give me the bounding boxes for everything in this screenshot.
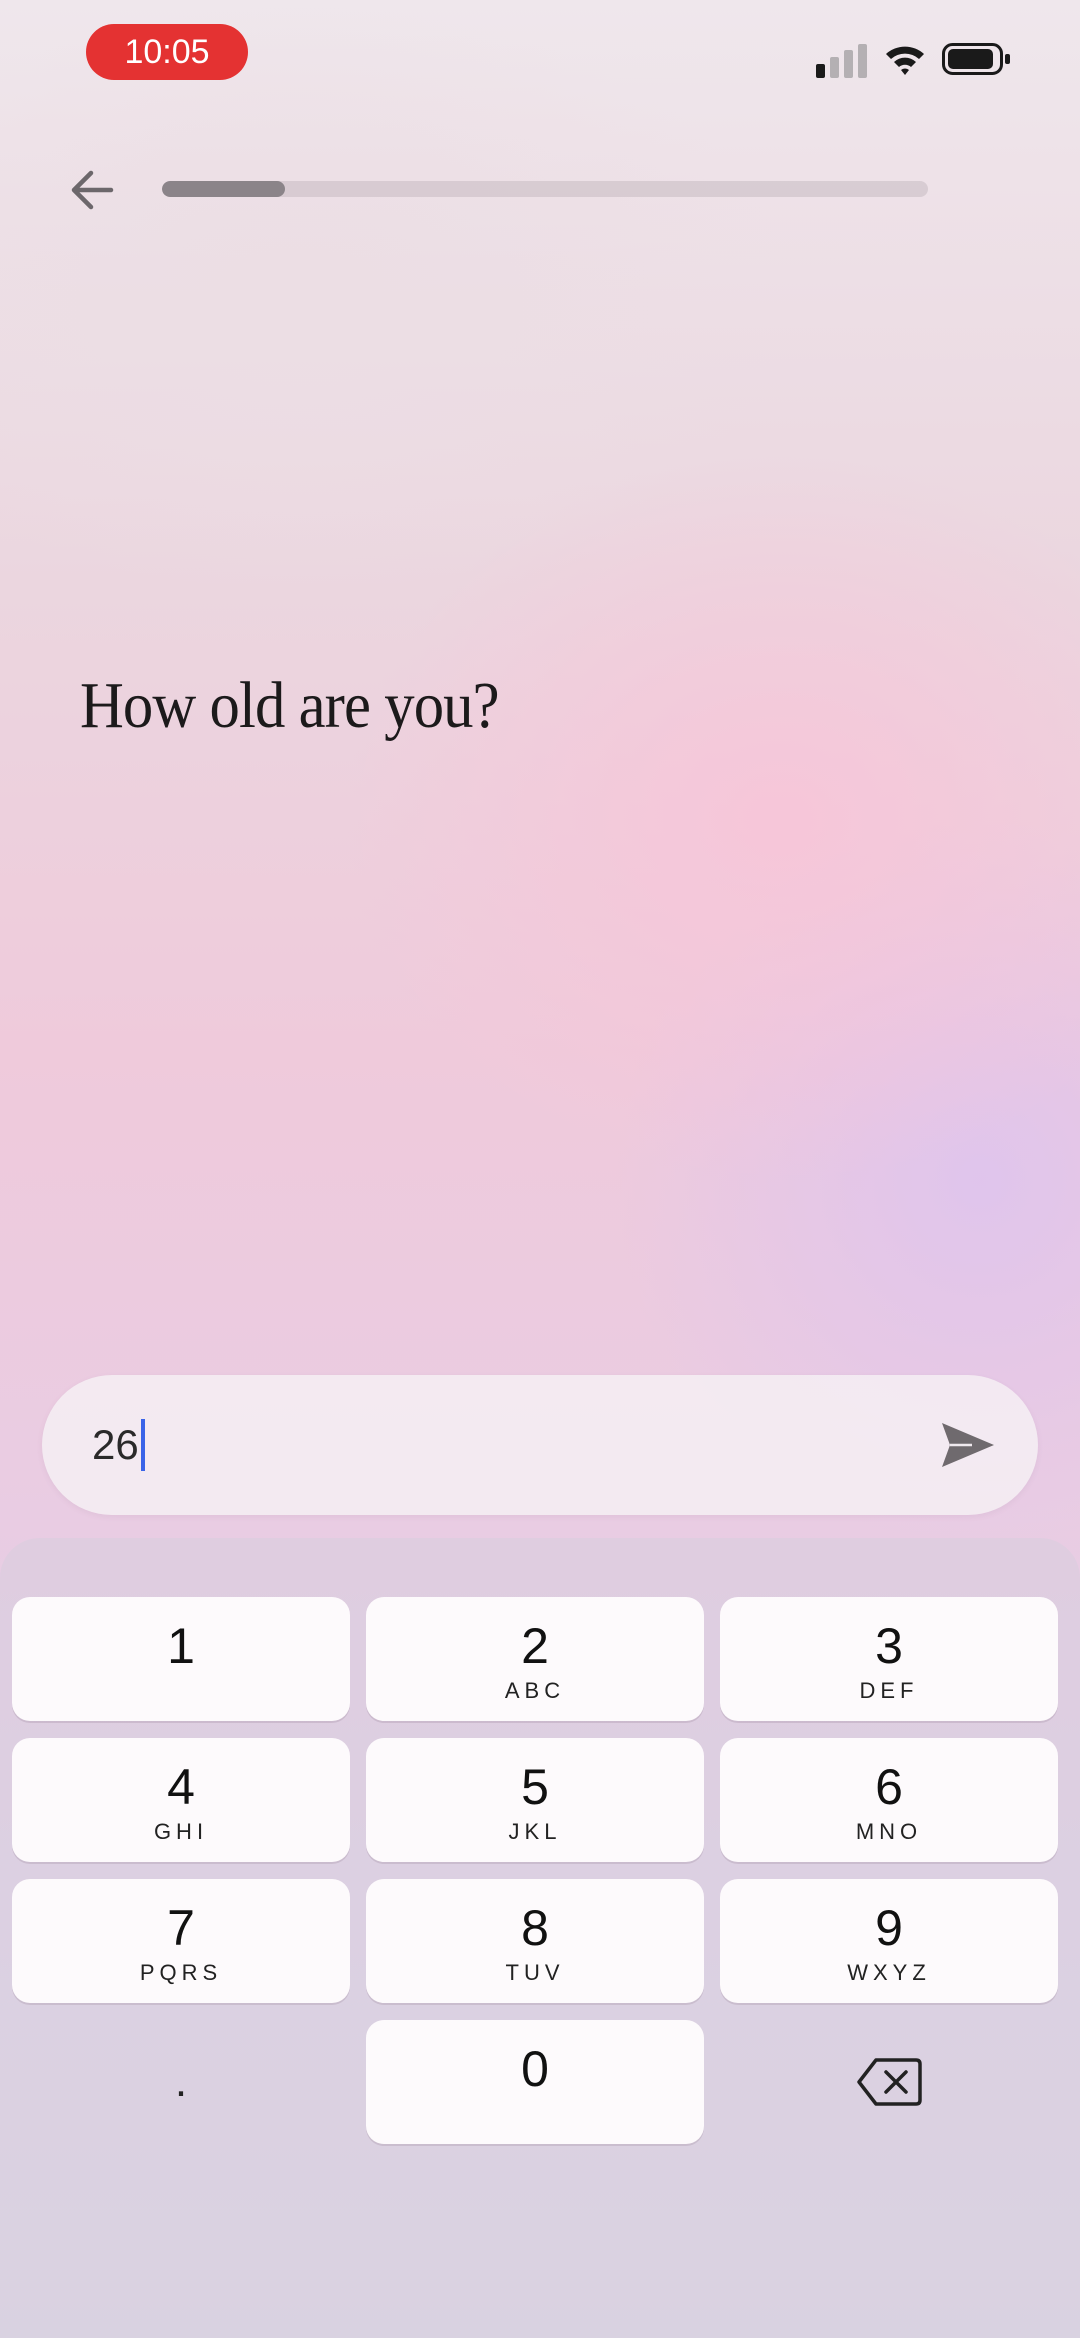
key-3[interactable]: 3 DEF <box>720 1597 1058 1721</box>
key-digit: 3 <box>875 1618 903 1674</box>
status-time: 10:05 <box>86 24 248 80</box>
backspace-icon <box>857 2058 922 2106</box>
text-caret <box>140 1419 145 1471</box>
arrow-left-icon <box>71 170 114 210</box>
key-letters: TUV <box>505 1960 565 1985</box>
key-4[interactable]: 4 GHI <box>12 1738 350 1862</box>
key-2[interactable]: 2 ABC <box>366 1597 704 1721</box>
key-letters: GHI <box>153 1819 209 1844</box>
key-letters: PQRS <box>139 1960 223 1985</box>
key-9[interactable]: 9 WXYZ <box>720 1879 1058 2003</box>
key-digit: 1 <box>167 1618 195 1674</box>
key-letters: WXYZ <box>847 1960 931 1985</box>
key-letters: ABC <box>504 1678 566 1703</box>
answer-field-container[interactable]: 26 <box>42 1375 1038 1515</box>
key-delete[interactable] <box>720 2020 1058 2144</box>
key-digit: 6 <box>875 1759 903 1815</box>
key-digit: 7 <box>167 1900 195 1956</box>
screen: 10:05 How old are you? 26 1 2 ABC 3 DEF … <box>0 0 1080 2338</box>
key-digit: 9 <box>875 1900 903 1956</box>
send-icon <box>942 1423 994 1467</box>
question-title: How old are you? <box>80 669 500 742</box>
key-decimal-point[interactable]: . <box>12 2020 350 2144</box>
key-digit: 4 <box>167 1759 195 1815</box>
key-0[interactable]: 0 <box>366 2020 704 2144</box>
key-digit: 5 <box>521 1759 549 1815</box>
battery-icon <box>942 43 1010 75</box>
progress-bar <box>162 181 928 197</box>
key-letters: DEF <box>859 1678 919 1703</box>
key-1[interactable]: 1 <box>12 1597 350 1721</box>
age-input-value: 26 <box>92 1421 139 1468</box>
wifi-icon <box>886 46 924 75</box>
send-button[interactable] <box>938 1417 998 1473</box>
key-6[interactable]: 6 MNO <box>720 1738 1058 1862</box>
back-button[interactable] <box>62 160 122 220</box>
key-letters: JKL <box>508 1819 562 1844</box>
key-digit: 0 <box>521 2041 549 2097</box>
key-digit: 2 <box>521 1618 549 1674</box>
age-input[interactable]: 26 <box>92 1375 145 1515</box>
signal-icon <box>816 44 867 78</box>
key-letters: MNO <box>855 1819 923 1844</box>
progress-fill <box>162 181 285 197</box>
key-8[interactable]: 8 TUV <box>366 1879 704 2003</box>
key-digit: 8 <box>521 1900 549 1956</box>
key-5[interactable]: 5 JKL <box>366 1738 704 1862</box>
key-7[interactable]: 7 PQRS <box>12 1879 350 2003</box>
